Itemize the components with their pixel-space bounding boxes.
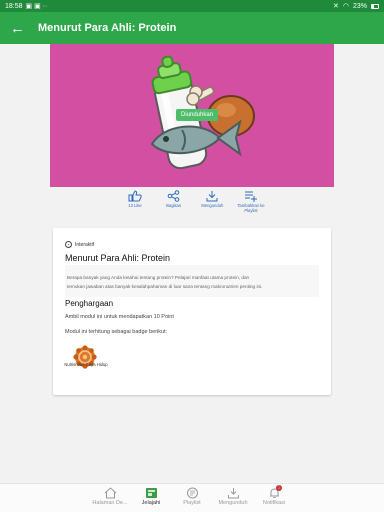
wifi-icon: ◠	[342, 3, 349, 10]
like-button[interactable]: 13 Like	[118, 190, 152, 220]
playlist-icon	[186, 487, 198, 499]
points-text: Ambil modul ini untuk mendapatkan 10 Poi…	[65, 314, 174, 320]
nav-label-playlist: Playlist	[183, 500, 201, 506]
awards-heading: Penghargaan	[65, 299, 114, 308]
status-bar: 18:58 ▣ ▣ ·· ✕ ◠ 23%	[0, 0, 384, 12]
module-title: Menurut Para Ahli: Protein	[65, 253, 171, 263]
home-icon	[104, 487, 116, 499]
download-label: Mengunduh	[201, 203, 224, 208]
description-line: temukan jawaban atas banyak kesalahpaham…	[67, 284, 263, 289]
download-icon	[206, 191, 218, 202]
playlist-add-icon	[244, 191, 257, 202]
page-title: Menurut Para Ahli: Protein	[38, 22, 177, 34]
badge-name: Nutrisi dan Gaya Hidup	[64, 362, 108, 367]
nav-item-download[interactable]: Mengunduh	[213, 484, 253, 512]
download-button[interactable]: Mengunduh	[195, 190, 229, 220]
interactive-icon	[65, 241, 72, 248]
module-description: Berapa banyak yang Anda ketahui tentang …	[67, 273, 319, 291]
module-type-label: Interaktif	[75, 241, 95, 248]
add-to-playlist-button[interactable]: Tambahkan ke Playlist	[234, 190, 268, 220]
badge-intro-text: Modul ini terhitung sebagai badge beriku…	[65, 329, 168, 335]
share-icon	[167, 190, 179, 202]
module-actions: 13 Like Bagikan Mengunduh Tambahkan ke P…	[118, 190, 268, 220]
nav-item-playlist[interactable]: Playlist	[172, 484, 212, 512]
nav-label-home: Halaman De...	[92, 500, 128, 506]
add-to-playlist-label: Tambahkan ke Playlist	[237, 203, 265, 213]
nav-item-home[interactable]: Halaman De...	[90, 484, 130, 512]
module-hero-image: Diunduhkan	[50, 44, 334, 187]
share-label: Bagikan	[166, 203, 182, 208]
notification-count-badge: 1	[276, 485, 282, 491]
module-type: Interaktif	[65, 241, 94, 248]
status-time: 18:58	[5, 2, 23, 10]
module-card: Interaktif Menurut Para Ahli: Protein Be…	[53, 228, 331, 395]
arrow-left-icon[interactable]: ←	[10, 21, 30, 36]
nav-label-download: Mengunduh	[218, 500, 248, 506]
nav-label-notifications: Notifikasi	[262, 500, 286, 506]
bottom-nav: Halaman De... Jelajahi Playlist Mengundu…	[0, 483, 384, 512]
like-label: 13 Like	[128, 203, 142, 208]
thumbs-up-icon	[128, 190, 142, 202]
notification-icons: ▣ ▣ ··	[25, 3, 48, 10]
battery-percent: 23%	[352, 2, 367, 10]
nav-item-explore[interactable]: Jelajahi	[131, 484, 171, 512]
downloaded-tooltip: Diunduhkan	[176, 109, 219, 121]
nav-item-notifications[interactable]: 1 Notifikasi	[254, 484, 294, 512]
share-button[interactable]: Bagikan	[157, 190, 191, 220]
description-line: Berapa banyak yang Anda ketahui tentang …	[67, 275, 250, 280]
app-bar: ← Menurut Para Ahli: Protein	[0, 12, 384, 44]
nav-label-explore: Jelajahi	[141, 500, 161, 506]
mute-icon: ✕	[333, 3, 339, 10]
explore-icon	[145, 488, 157, 498]
download-icon	[227, 488, 239, 499]
battery-icon	[371, 3, 379, 9]
